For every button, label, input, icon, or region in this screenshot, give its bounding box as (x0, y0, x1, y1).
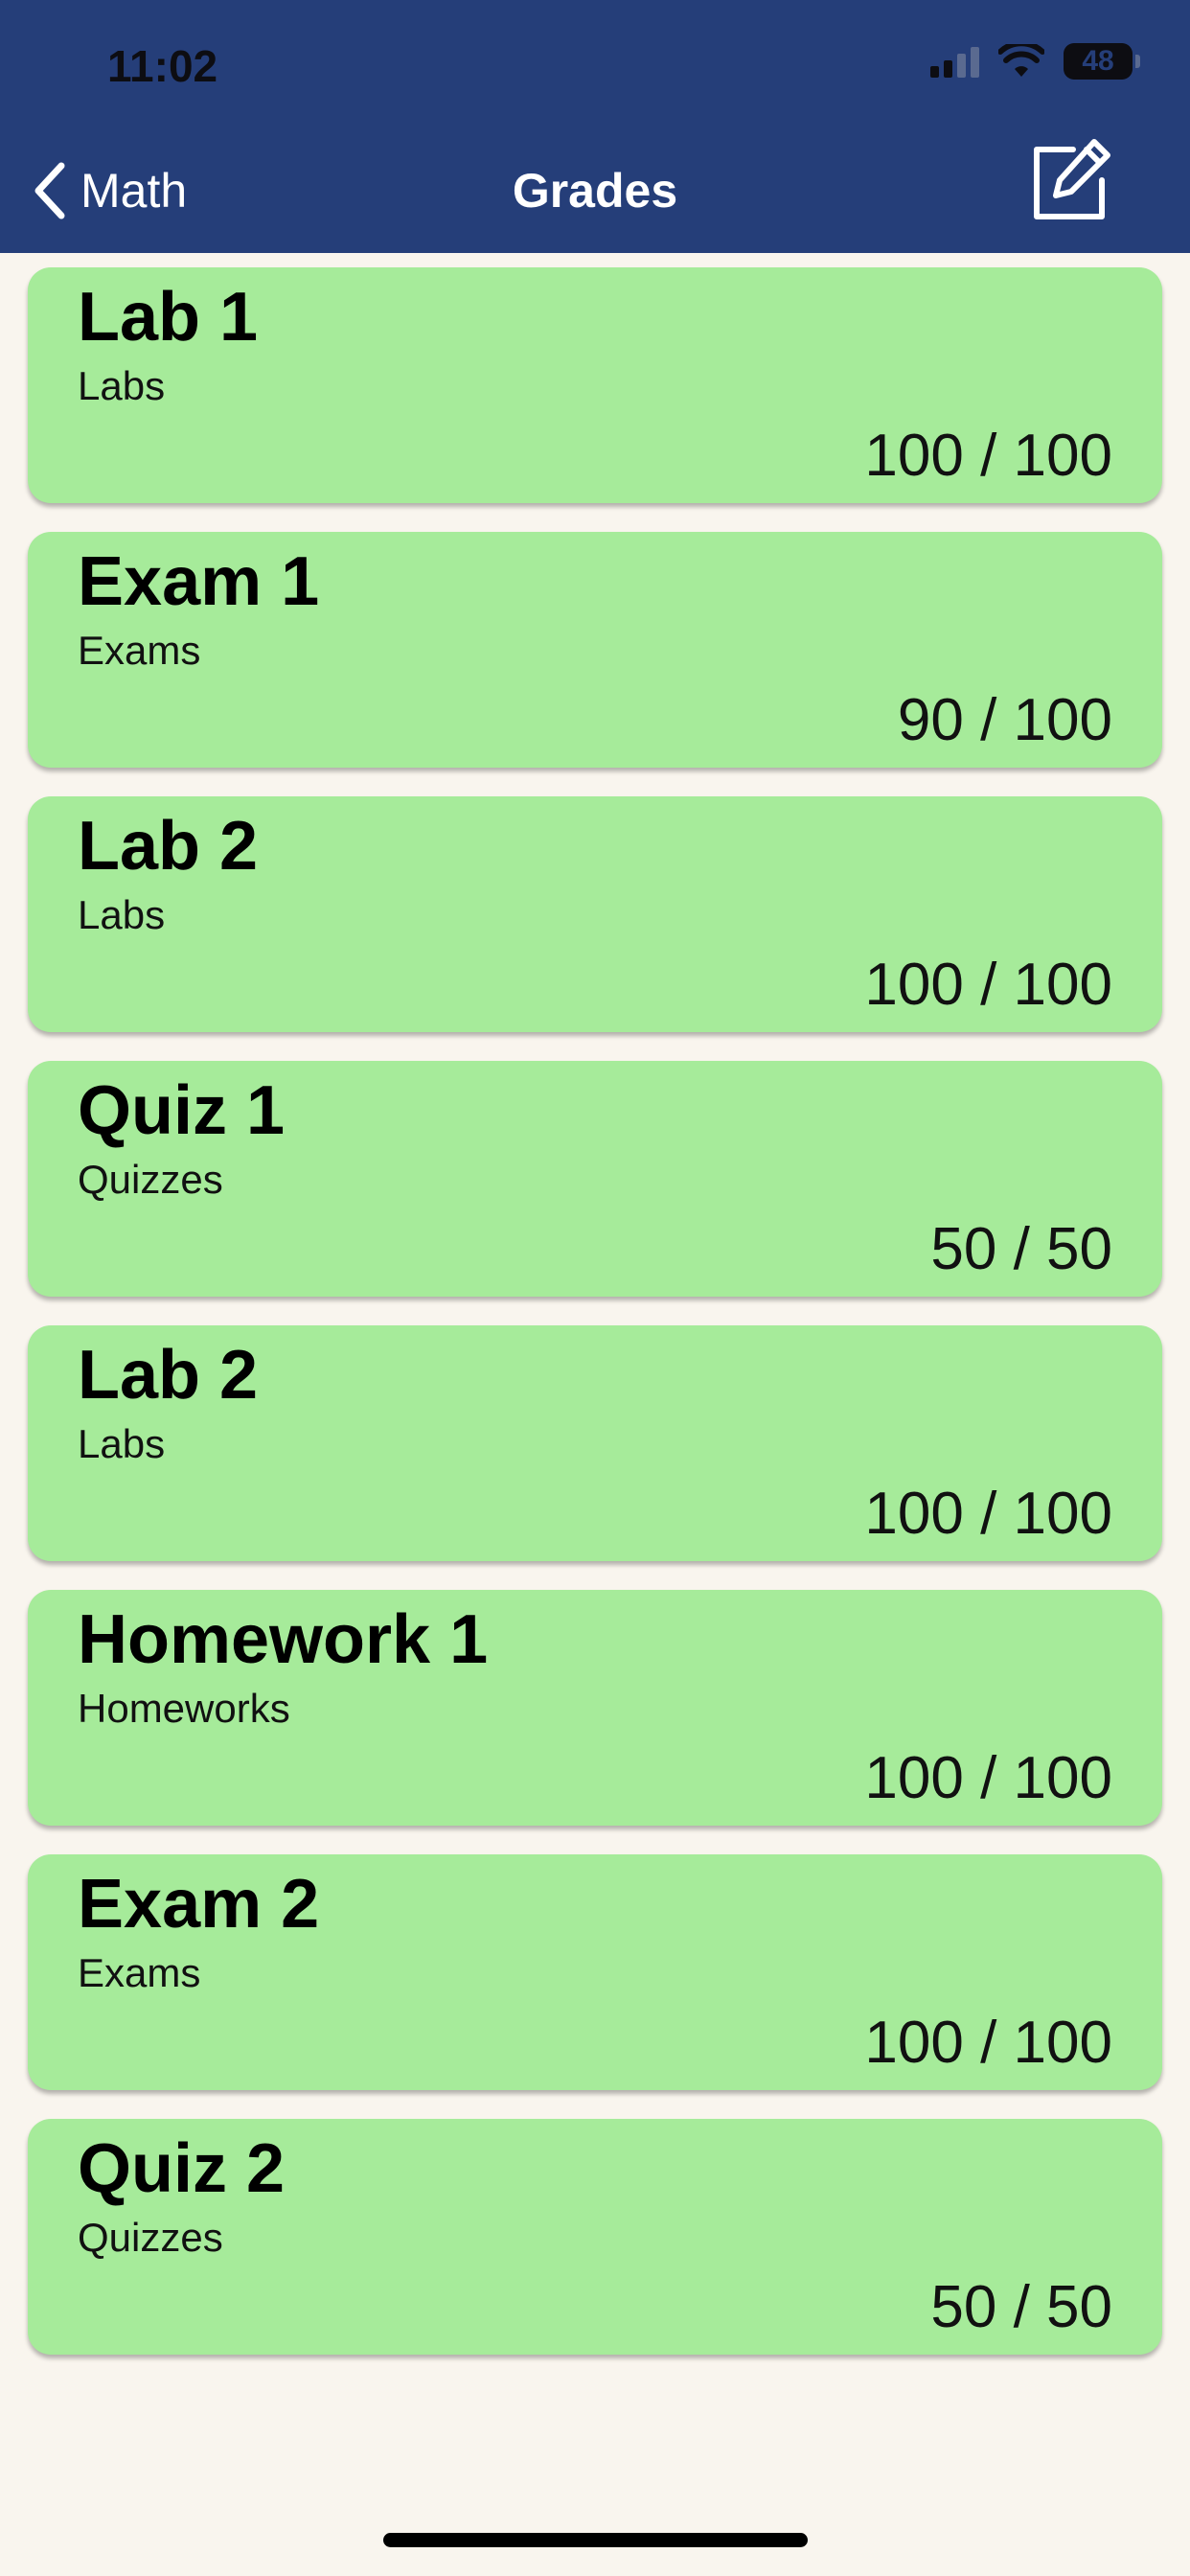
grade-score: 100 / 100 (864, 952, 1112, 1018)
edit-button[interactable] (1023, 136, 1115, 228)
status-icons: 48 (930, 42, 1140, 80)
grade-category: Exams (78, 628, 201, 673)
grade-category: Homeworks (78, 1686, 290, 1731)
wifi-icon (998, 44, 1044, 77)
grade-title: Lab 2 (78, 808, 259, 885)
grade-score: 100 / 100 (864, 1481, 1112, 1547)
grade-title: Lab 2 (78, 1337, 259, 1414)
grade-score: 50 / 50 (930, 2274, 1112, 2340)
grade-score: 100 / 100 (864, 1745, 1112, 1811)
grade-title: Exam 2 (78, 1866, 320, 1943)
grade-title: Exam 1 (78, 543, 320, 620)
grade-card[interactable]: Lab 2 Labs 100 / 100 (28, 796, 1162, 1032)
grades-list: Lab 1 Labs 100 / 100 Exam 1 Exams 90 / 1… (28, 267, 1162, 2383)
grade-score: 100 / 100 (864, 2010, 1112, 2076)
grade-score: 90 / 100 (897, 687, 1112, 753)
grade-card[interactable]: Lab 1 Labs 100 / 100 (28, 267, 1162, 503)
grade-category: Labs (78, 363, 166, 408)
signal-icon (930, 45, 979, 78)
grade-title: Lab 1 (78, 279, 259, 356)
grade-card[interactable]: Exam 2 Exams 100 / 100 (28, 1854, 1162, 2090)
grade-card[interactable]: Quiz 1 Quizzes 50 / 50 (28, 1061, 1162, 1297)
grade-title: Quiz 2 (78, 2130, 286, 2207)
grade-category: Quizzes (78, 1157, 223, 1202)
battery-icon: 48 (1064, 43, 1140, 80)
home-indicator[interactable] (383, 2533, 808, 2547)
nav-header: 11:02 48 Math Grades (0, 0, 1190, 253)
grade-card[interactable]: Lab 2 Labs 100 / 100 (28, 1325, 1162, 1561)
page-title: Grades (512, 164, 678, 218)
grade-category: Labs (78, 1421, 166, 1466)
edit-square-icon (1034, 139, 1110, 219)
grade-category: Exams (78, 1950, 201, 1995)
grade-score: 100 / 100 (864, 423, 1112, 489)
grade-card[interactable]: Exam 1 Exams 90 / 100 (28, 532, 1162, 768)
grade-title: Quiz 1 (78, 1072, 286, 1149)
grade-title: Homework 1 (78, 1601, 489, 1678)
status-time: 11:02 (107, 41, 218, 91)
grade-score: 50 / 50 (930, 1216, 1112, 1282)
grade-category: Quizzes (78, 2215, 223, 2260)
grade-card[interactable]: Homework 1 Homeworks 100 / 100 (28, 1590, 1162, 1826)
grade-category: Labs (78, 892, 166, 937)
grade-card[interactable]: Quiz 2 Quizzes 50 / 50 (28, 2119, 1162, 2355)
